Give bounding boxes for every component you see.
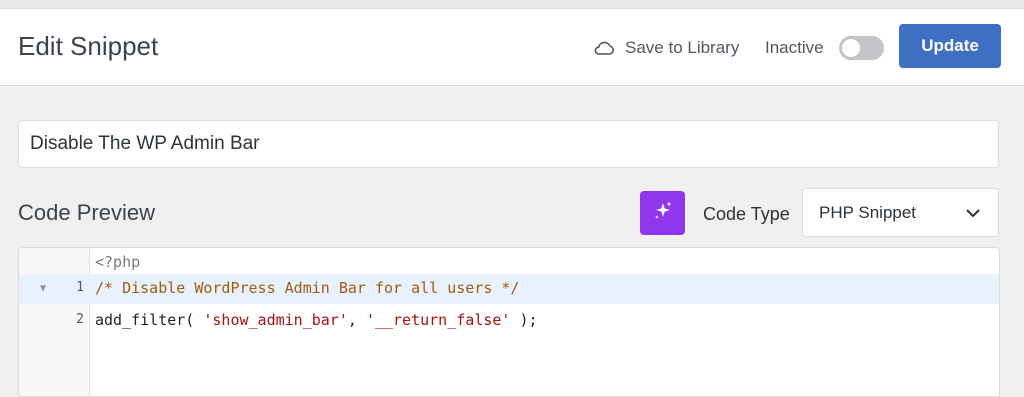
code-token: , (347, 311, 366, 329)
code-text: add_filter( 'show_admin_bar', '__return_… (95, 311, 538, 329)
code-line: 2 add_filter( 'show_admin_bar', '__retur… (19, 306, 999, 336)
page-header: Edit Snippet Save to Library Inactive Up… (0, 9, 1024, 86)
ai-generate-button[interactable] (640, 191, 685, 235)
code-text: <?php (95, 253, 141, 271)
line-number: 1 (76, 280, 84, 295)
code-token: add_filter( (95, 311, 195, 329)
line-gutter: ▼ 1 (19, 274, 89, 304)
snippet-title-value: Disable The WP Admin Bar (30, 133, 260, 154)
sparkles-icon (652, 200, 674, 227)
status-label: Inactive (765, 38, 824, 57)
save-to-library-button[interactable]: Save to Library (593, 36, 739, 60)
toggle-knob (842, 39, 860, 57)
save-to-library-label: Save to Library (625, 38, 740, 57)
top-strip (0, 0, 1024, 9)
page-title: Edit Snippet (18, 31, 159, 61)
update-button[interactable]: Update (899, 24, 1001, 68)
code-token-string: '__return_false' (365, 311, 511, 329)
cloud-icon (593, 40, 615, 56)
code-type-value: PHP Snippet (819, 202, 917, 222)
code-token: ); (510, 311, 538, 329)
code-type-select[interactable]: PHP Snippet (802, 188, 999, 237)
active-toggle[interactable] (839, 36, 884, 60)
update-button-label: Update (921, 36, 979, 55)
snippet-title-input[interactable]: Disable The WP Admin Bar (18, 120, 999, 168)
code-token-string: 'show_admin_bar' (203, 311, 348, 329)
code-preview-heading: Code Preview (18, 200, 155, 225)
code-line-active: ▼ 1 /* Disable WordPress Admin Bar for a… (19, 274, 999, 304)
code-text: /* Disable WordPress Admin Bar for all u… (95, 279, 520, 297)
code-type-label: Code Type (703, 204, 790, 224)
line-number: 2 (76, 312, 84, 327)
code-editor[interactable]: <?php ▼ 1 /* Disable WordPress Admin Bar… (18, 247, 1000, 397)
line-gutter: 2 (19, 306, 89, 336)
fold-arrow-icon[interactable]: ▼ (40, 283, 46, 294)
chevron-down-icon (966, 203, 980, 223)
